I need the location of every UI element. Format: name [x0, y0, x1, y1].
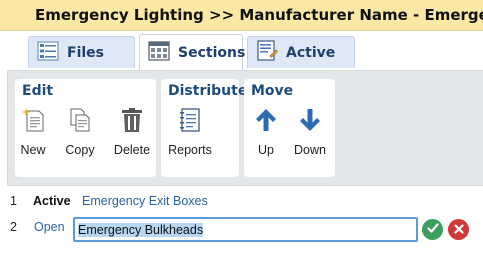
copy-button-label: Copy: [65, 143, 95, 157]
check-icon: [426, 218, 439, 242]
active-document-icon: [256, 39, 278, 66]
section-name-input[interactable]: [73, 217, 418, 242]
new-button[interactable]: New: [18, 107, 48, 163]
move-group: Move Up Down: [244, 79, 335, 177]
trash-icon: [119, 107, 145, 133]
open-link[interactable]: Open: [34, 215, 65, 239]
move-down-button[interactable]: Down: [292, 107, 328, 163]
ribbon-toolbar: Edit New Copy Delete Distribute Reports …: [7, 70, 483, 186]
copy-button[interactable]: Copy: [64, 107, 96, 163]
confirm-button[interactable]: [422, 219, 443, 240]
delete-button-label: Delete: [113, 143, 151, 157]
sections-grid-icon: [148, 40, 170, 65]
row-number: 1: [10, 194, 17, 208]
row-status: Active: [33, 194, 71, 208]
move-up-button-label: Up: [258, 143, 274, 157]
report-notebook-icon: [177, 107, 203, 133]
tab-bar: Files Sections Active: [0, 34, 483, 70]
list-item: 1 Active Emergency Exit Boxes: [0, 189, 483, 213]
move-group-title: Move: [251, 83, 294, 99]
copy-icon: [67, 107, 93, 133]
row-number: 2: [10, 220, 17, 234]
section-name-link[interactable]: Emergency Exit Boxes: [82, 189, 208, 213]
move-up-button[interactable]: Up: [254, 107, 278, 163]
tab-sections[interactable]: Sections: [139, 34, 246, 70]
tab-files-label: Files: [67, 44, 104, 61]
edit-group-title: Edit: [22, 83, 54, 99]
close-icon: [453, 218, 464, 242]
delete-button[interactable]: Delete: [111, 107, 153, 163]
arrow-up-icon: [253, 107, 279, 133]
reports-button-label: Reports: [168, 143, 212, 157]
files-list-icon: [37, 41, 59, 65]
cancel-button[interactable]: [448, 219, 469, 240]
new-document-icon: [20, 107, 46, 133]
window-title: Emergency Lighting >> Manufacturer Name …: [0, 0, 483, 31]
reports-button[interactable]: Reports: [168, 107, 212, 163]
edit-group: Edit New Copy Delete: [15, 79, 156, 177]
tab-sections-label: Sections: [178, 44, 246, 61]
move-down-button-label: Down: [294, 143, 326, 157]
tab-active[interactable]: Active: [247, 36, 355, 68]
new-button-label: New: [20, 143, 46, 157]
arrow-down-icon: [297, 107, 323, 133]
distribute-group: Distribute Reports: [161, 79, 247, 177]
list-item: 2 Open: [0, 215, 483, 242]
distribute-group-title: Distribute: [168, 83, 248, 99]
tab-active-label: Active: [286, 44, 336, 61]
tab-files[interactable]: Files: [28, 36, 135, 68]
